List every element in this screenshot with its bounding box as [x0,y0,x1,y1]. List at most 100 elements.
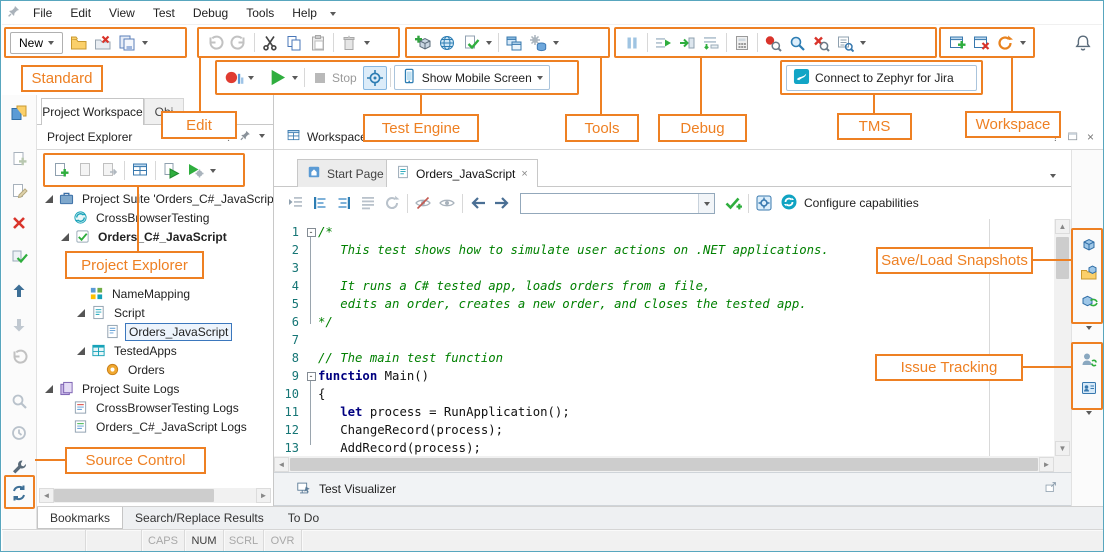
fold-collapse-icon[interactable]: - [307,372,316,381]
menu-overflow-icon[interactable] [330,12,336,19]
options-db-icon[interactable] [526,31,550,55]
tree-item[interactable]: CrossBrowserTesting Logs [37,398,273,417]
scrollbar-thumb[interactable] [1056,237,1069,279]
tree-item[interactable]: TestedApps [37,341,273,360]
expander-open-icon[interactable] [61,233,69,241]
format-icon[interactable] [284,191,308,215]
capabilities-combobox[interactable] [520,193,715,214]
expander-open-icon[interactable] [77,347,85,355]
connect-zephyr-button[interactable]: Connect to Zephyr for Jira [786,65,977,91]
scroll-left-icon[interactable]: ◄ [274,457,289,472]
scroll-down-icon[interactable]: ▼ [1055,441,1070,456]
float-panel-icon[interactable] [1044,481,1057,497]
tab-search-replace-results[interactable]: Search/Replace Results [123,507,276,529]
expander-open-icon[interactable] [77,309,85,317]
pin-icon[interactable] [240,130,251,145]
undo-icon[interactable] [203,31,227,55]
tab-to-do[interactable]: To Do [276,507,331,529]
tree-item[interactable]: Project Suite 'Orders_C#_JavaScript' (1 [37,189,273,208]
new-button[interactable]: New [10,32,63,54]
dropdown-icon[interactable] [1077,315,1101,339]
tab-project-workspace[interactable]: Project Workspace [41,98,144,125]
paste-icon[interactable] [306,31,330,55]
menu-file[interactable]: File [24,3,61,23]
issue-list-icon[interactable] [1077,376,1101,400]
dropdown-icon[interactable] [1077,400,1101,424]
step-lines-icon[interactable] [651,31,675,55]
inspect-icon[interactable] [785,31,809,55]
chevron-down-icon[interactable] [259,130,265,144]
checkpoint-icon[interactable] [459,31,483,55]
project-tree-hscrollbar[interactable]: ◄ ► [39,488,271,503]
editor-hscrollbar[interactable]: ◄ ► [274,456,1054,472]
scroll-left-icon[interactable]: ◄ [39,488,54,503]
watch-list-icon[interactable] [833,31,857,55]
dropdown-icon[interactable] [207,158,219,182]
scroll-right-icon[interactable]: ► [1039,457,1054,472]
menu-view[interactable]: View [100,3,144,23]
scroll-right-icon[interactable]: ► [256,488,271,503]
dropdown-icon[interactable] [550,31,562,55]
close-panel-icon[interactable] [969,31,993,55]
menu-test[interactable]: Test [144,3,184,23]
add-cube-icon[interactable] [411,31,435,55]
load-snapshot-icon[interactable] [1077,261,1101,285]
run-project-options-icon[interactable] [183,158,207,182]
fold-margin[interactable]: -- [304,219,318,456]
notifications-bell-icon[interactable] [1071,31,1095,55]
dropdown-icon[interactable] [139,31,151,55]
scrollbar-thumb[interactable] [54,489,214,502]
cut-icon[interactable] [258,31,282,55]
add-from-template-icon[interactable] [97,158,121,182]
tab-list-dropdown-icon[interactable] [1047,163,1059,187]
breakpoints-icon[interactable] [761,31,785,55]
fold-collapse-icon[interactable]: - [307,228,316,237]
commit-changes-icon[interactable] [7,279,31,303]
search-icon[interactable] [7,389,31,413]
dropdown-icon[interactable] [1017,31,1029,55]
tree-item[interactable]: Orders_C#_JavaScript [37,227,273,246]
forward-icon[interactable] [490,191,514,215]
tree-item[interactable]: Orders_C#_JavaScript Logs [37,417,273,436]
close-file-icon[interactable] [91,31,115,55]
test-visualizer-bar[interactable]: Test Visualizer [274,472,1071,506]
history-icon[interactable] [7,421,31,445]
restore-layout-icon[interactable] [993,31,1017,55]
open-file-icon[interactable] [67,31,91,55]
get-latest-icon[interactable] [7,313,31,337]
dropdown-icon[interactable] [857,31,869,55]
redo-icon[interactable] [227,31,251,55]
step-list-icon[interactable] [699,31,723,55]
back-icon[interactable] [466,191,490,215]
undo-changes-icon[interactable] [7,345,31,369]
close-icon[interactable]: × [1087,130,1094,144]
apply-check-icon[interactable] [721,191,745,215]
align-left-icon[interactable] [308,191,332,215]
configure-capabilities-button[interactable]: Configure capabilities [780,193,919,214]
menu-debug[interactable]: Debug [184,3,237,23]
error-window-icon[interactable] [809,31,833,55]
scroll-up-icon[interactable]: ▲ [1055,219,1070,234]
add-item-icon[interactable] [7,147,31,171]
step-into-icon[interactable] [675,31,699,55]
edit-item-icon[interactable] [7,179,31,203]
add-new-item-icon[interactable] [49,158,73,182]
float-window-icon[interactable] [1067,130,1079,145]
tab-orders-javascript[interactable]: Orders_JavaScript × [386,159,538,187]
record-test-icon[interactable] [221,66,245,90]
object-spy-icon[interactable] [502,31,526,55]
add-existing-item-icon[interactable] [73,158,97,182]
tree-item[interactable]: Orders [37,360,273,379]
tree-item[interactable]: Orders_JavaScript [37,322,273,341]
editor-vscrollbar[interactable]: ▲ ▼ [1054,219,1071,456]
run-options-dropdown-icon[interactable] [289,66,301,90]
add-issue-icon[interactable] [1077,348,1101,372]
check-syntax-icon[interactable] [7,245,31,269]
dropdown-icon[interactable] [483,31,495,55]
workspace-panels-icon[interactable] [7,101,31,125]
align-right-icon[interactable] [332,191,356,215]
run-project-icon[interactable] [159,158,183,182]
tree-item[interactable]: NameMapping [37,284,273,303]
copy-icon[interactable] [282,31,306,55]
chevron-down-icon[interactable] [698,194,714,213]
